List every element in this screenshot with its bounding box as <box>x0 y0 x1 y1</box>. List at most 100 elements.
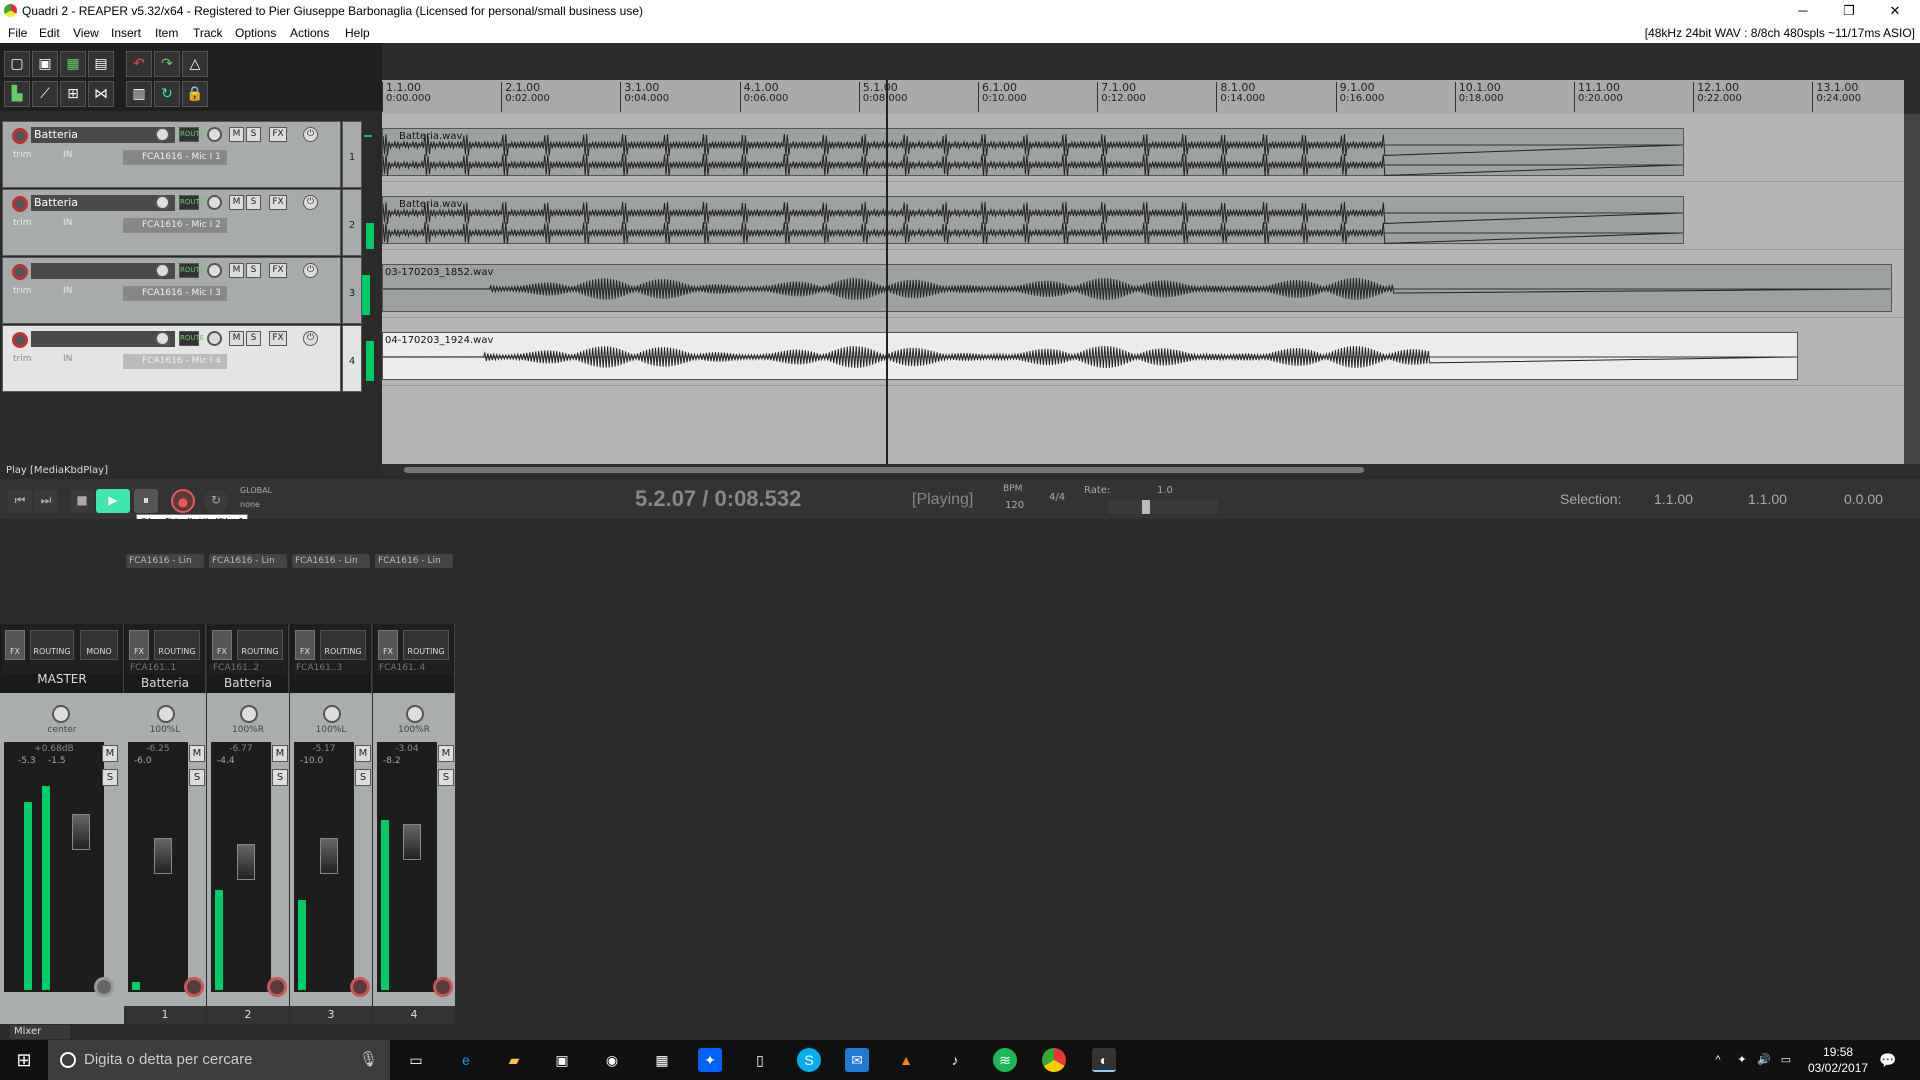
solo-button[interactable]: S <box>246 195 261 210</box>
master-fader[interactable] <box>72 814 90 850</box>
routing-button[interactable]: ROUTING <box>320 630 366 660</box>
menu-item[interactable]: Item <box>155 26 178 40</box>
scroll-thumb[interactable] <box>404 467 1364 473</box>
snap-icon[interactable]: ⟋ <box>32 81 58 107</box>
envelope-icon[interactable]: ▥ <box>126 81 152 107</box>
selection-start[interactable]: 1.1.00 <box>1654 491 1693 507</box>
volume-icon[interactable]: 🔊 <box>1752 1048 1776 1072</box>
volume-knob[interactable] <box>155 331 170 346</box>
track-input-select[interactable]: FCA1616 - Mic I 4 <box>123 354 227 369</box>
minimize-button[interactable]: ─ <box>1780 0 1826 23</box>
windows-start-icon[interactable]: ⊞ <box>12 1048 36 1072</box>
fx-chain-chip[interactable]: FCA1616 - Lin <box>375 554 453 568</box>
mute-button[interactable]: M <box>355 745 371 762</box>
position-display[interactable]: 5.2.07 / 0:08.532 <box>635 486 801 512</box>
route-button[interactable]: ROUTE <box>179 331 204 346</box>
volume-db[interactable]: -5.17 <box>294 742 354 756</box>
record-arm-button[interactable] <box>12 128 28 144</box>
vertical-scrollbar[interactable] <box>1904 114 1920 464</box>
calculator-icon[interactable]: ▦ <box>650 1048 674 1072</box>
skype-icon[interactable]: S <box>797 1048 821 1072</box>
rate-slider[interactable] <box>1108 500 1218 514</box>
open-project-icon[interactable]: ▣ <box>32 51 58 77</box>
fx-button[interactable]: FX <box>129 630 149 660</box>
dropbox-icon[interactable]: ✦ <box>698 1048 722 1072</box>
store-icon[interactable]: ▣ <box>550 1048 574 1072</box>
audio-device-info[interactable]: [48kHz 24bit WAV : 8/8ch 480spls ~11/17m… <box>1645 26 1915 40</box>
chrome-icon[interactable] <box>1042 1048 1066 1072</box>
rate-slider-thumb[interactable] <box>1142 500 1150 514</box>
routing-button[interactable]: ROUTING <box>154 630 200 660</box>
menu-actions[interactable]: Actions <box>290 26 329 40</box>
solo-button[interactable]: S <box>246 331 261 346</box>
strip-input-label[interactable]: FCA161..4 <box>379 663 425 673</box>
track-name[interactable]: Batteria <box>31 127 175 143</box>
solo-button[interactable]: S <box>272 769 288 786</box>
solo-button[interactable]: S <box>246 127 261 142</box>
network-icon[interactable]: ▭ <box>1774 1048 1798 1072</box>
input-monitor-label[interactable]: IN <box>63 286 72 296</box>
track-name[interactable] <box>31 331 175 347</box>
fx-button[interactable]: FX <box>378 630 398 660</box>
record-icon[interactable]: ● <box>171 489 195 513</box>
route-button[interactable]: ROUTE <box>179 195 204 210</box>
trim-label[interactable]: trim <box>13 218 32 228</box>
fx-chain-chip[interactable]: FCA1616 - Lin <box>209 554 287 568</box>
track-lane[interactable]: Batteria.wav <box>382 114 1904 182</box>
restore-button[interactable]: ❐ <box>1826 0 1872 23</box>
strip-input-label[interactable]: FCA161..2 <box>213 663 259 673</box>
pan-knob[interactable] <box>157 705 175 723</box>
track-panel[interactable]: ROUTE M S FX ⏻ trim IN FCA1616 - Mic I 3 <box>2 257 341 324</box>
pan-knob[interactable] <box>207 331 222 346</box>
trim-label[interactable]: trim <box>13 150 32 160</box>
volume-fader[interactable] <box>320 838 338 874</box>
solo-button[interactable]: S <box>438 769 454 786</box>
volume-db[interactable]: -6.25 <box>128 742 188 756</box>
fx-button[interactable]: FX <box>269 127 287 142</box>
dropbox-tray-icon[interactable]: ✦ <box>1730 1048 1754 1072</box>
record-arm-button[interactable] <box>184 977 204 997</box>
routing-button[interactable]: ROUTING <box>403 630 449 660</box>
ripple-edit-icon[interactable]: ⊞ <box>60 81 86 107</box>
volume-fader[interactable] <box>403 824 421 860</box>
undo-icon[interactable]: ↶ <box>126 51 152 77</box>
routing-button[interactable]: ROUTING <box>237 630 283 660</box>
volume-fader[interactable] <box>237 844 255 880</box>
record-arm-button[interactable] <box>12 332 28 348</box>
record-arm-button[interactable] <box>12 264 28 280</box>
input-monitor-label[interactable]: IN <box>63 150 72 160</box>
track-lane[interactable]: 04-170203_1924.wav <box>382 318 1904 386</box>
trim-label[interactable]: trim <box>13 354 32 364</box>
track-panel-selected[interactable]: ROUTE M S FX ⏻ trim IN FCA1616 - Mic I 4 <box>2 325 341 392</box>
track-input-select[interactable]: FCA1616 - Mic I 3 <box>123 286 227 301</box>
track-lane[interactable]: 03-170203_1852.wav <box>382 250 1904 318</box>
task-view-icon[interactable]: ▭ <box>404 1048 428 1072</box>
close-button[interactable]: ✕ <box>1872 0 1918 23</box>
route-button[interactable]: ROUTE <box>179 263 204 278</box>
fx-chain-chip[interactable]: FCA1616 - Lin <box>126 554 204 568</box>
fx-bypass-icon[interactable]: ⏻ <box>303 127 318 142</box>
disk-icon[interactable]: ◉ <box>600 1048 624 1072</box>
solo-button[interactable]: S <box>246 263 261 278</box>
tray-chevron-icon[interactable]: ^ <box>1706 1048 1730 1072</box>
master-volume-db[interactable]: +0.68dB <box>4 742 104 756</box>
mixer-tab[interactable]: Mixer <box>10 1025 70 1039</box>
volume-knob[interactable] <box>155 263 170 278</box>
strip-name[interactable]: Batteria <box>207 674 289 692</box>
menu-file[interactable]: File <box>8 26 27 40</box>
mute-button[interactable]: M <box>189 745 205 762</box>
reaper-taskbar-icon[interactable]: ◐ <box>1092 1048 1116 1072</box>
menu-edit[interactable]: Edit <box>39 26 60 40</box>
loop-icon[interactable]: ↻ <box>154 81 180 107</box>
fx-button[interactable]: FX <box>269 195 287 210</box>
pan-knob[interactable] <box>207 195 222 210</box>
edge-icon[interactable]: e <box>454 1048 478 1072</box>
track-name[interactable]: Batteria <box>31 195 175 211</box>
volume-db[interactable]: -6.77 <box>211 742 271 756</box>
master-settings-icon[interactable] <box>94 977 114 997</box>
menu-options[interactable]: Options <box>235 26 276 40</box>
menu-insert[interactable]: Insert <box>111 26 141 40</box>
track-panel[interactable]: Batteria ROUTE M S FX ⏻ trim IN FCA1616 … <box>2 189 341 256</box>
selection-length[interactable]: 0.0.00 <box>1844 491 1883 507</box>
edit-cursor[interactable] <box>886 80 888 464</box>
